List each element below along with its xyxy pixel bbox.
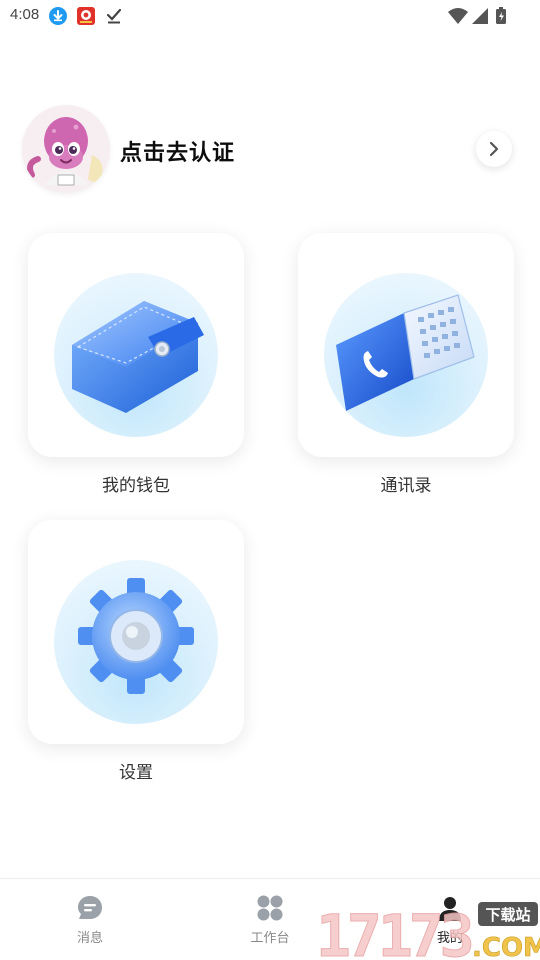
download-icon — [48, 6, 68, 26]
tile-card[interactable] — [298, 233, 514, 457]
signal-icon — [472, 8, 488, 24]
profile-header[interactable]: 点击去认证 — [22, 105, 518, 195]
tile-label: 通讯录 — [380, 476, 432, 496]
tile-card[interactable] — [28, 233, 244, 457]
tile-settings[interactable]: 设置 — [28, 520, 244, 783]
svg-text:17173: 17173 — [316, 902, 472, 960]
avatar[interactable] — [22, 105, 110, 193]
tile-card[interactable] — [28, 520, 244, 744]
chevron-right-icon — [489, 141, 499, 157]
tile-wallet[interactable]: 我的钱包 — [28, 233, 244, 496]
site-watermark-logo: 17173 .COM 下载站 — [316, 896, 540, 960]
wifi-icon — [448, 8, 468, 24]
app-notification-icon — [76, 6, 96, 26]
profile-enter-button[interactable] — [476, 131, 512, 167]
address-book-icon — [336, 294, 475, 411]
svg-text:下载站: 下载站 — [485, 906, 530, 924]
nav-label: 消息 — [76, 931, 103, 946]
tile-label: 设置 — [119, 763, 153, 783]
status-bar: 4:08 — [0, 0, 540, 32]
message-icon — [75, 893, 105, 923]
svg-text:.COM: .COM — [472, 933, 540, 960]
nav-item-workbench[interactable]: 工作台 — [225, 893, 315, 946]
status-right-icons — [448, 6, 510, 26]
nav-label: 工作台 — [250, 931, 290, 946]
verify-prompt-title[interactable]: 点击去认证 — [120, 135, 235, 167]
tile-address-book[interactable]: 通讯录 — [298, 233, 514, 496]
nav-item-messages[interactable]: 消息 — [45, 893, 135, 946]
status-time: 4:08 — [10, 6, 40, 23]
workbench-grid-icon — [255, 893, 285, 923]
octopus-mascot-avatar — [22, 105, 110, 193]
tile-label: 我的钱包 — [102, 476, 170, 496]
settings-gear-icon — [78, 578, 194, 694]
done-check-icon — [104, 6, 124, 26]
wallet-icon — [72, 301, 204, 413]
battery-charging-icon — [496, 7, 506, 24]
